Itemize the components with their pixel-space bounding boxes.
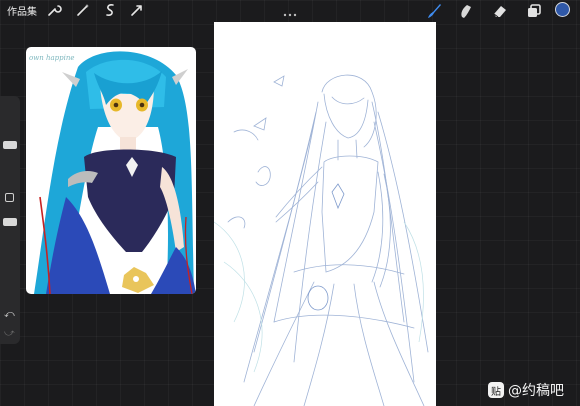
reference-window[interactable]: own happine (26, 47, 196, 294)
drawing-canvas[interactable] (214, 22, 436, 406)
wrench-icon[interactable] (46, 2, 62, 18)
modify-button[interactable] (5, 193, 14, 202)
eraser-icon[interactable] (490, 1, 510, 21)
undo-icon[interactable]: ⤺ (4, 309, 15, 320)
layers-icon[interactable] (524, 1, 544, 21)
sketch-artwork (214, 74, 429, 406)
transform-icon[interactable] (129, 2, 145, 18)
smudge-icon[interactable] (456, 1, 476, 21)
watermark-text: @约稿吧 (508, 383, 564, 399)
top-toolbar: 作品集 (0, 0, 580, 22)
reference-artwork (34, 51, 196, 294)
watermark: 贴 @约稿吧 (488, 380, 564, 400)
magic-wand-icon[interactable] (75, 2, 91, 18)
gallery-button[interactable]: 作品集 (7, 3, 37, 18)
reference-caption: own happine (29, 54, 75, 62)
brush-size-slider[interactable] (3, 141, 17, 149)
color-picker-button[interactable] (555, 2, 570, 17)
redo-icon[interactable]: ⤻ (4, 328, 15, 339)
brush-icon[interactable] (424, 1, 444, 21)
brush-opacity-slider[interactable] (3, 218, 17, 226)
tieba-logo-icon: 贴 (488, 382, 504, 398)
selection-icon[interactable] (102, 2, 118, 18)
left-sidebar: ⤺ ⤻ (0, 96, 20, 344)
more-options-icon[interactable] (282, 4, 298, 17)
